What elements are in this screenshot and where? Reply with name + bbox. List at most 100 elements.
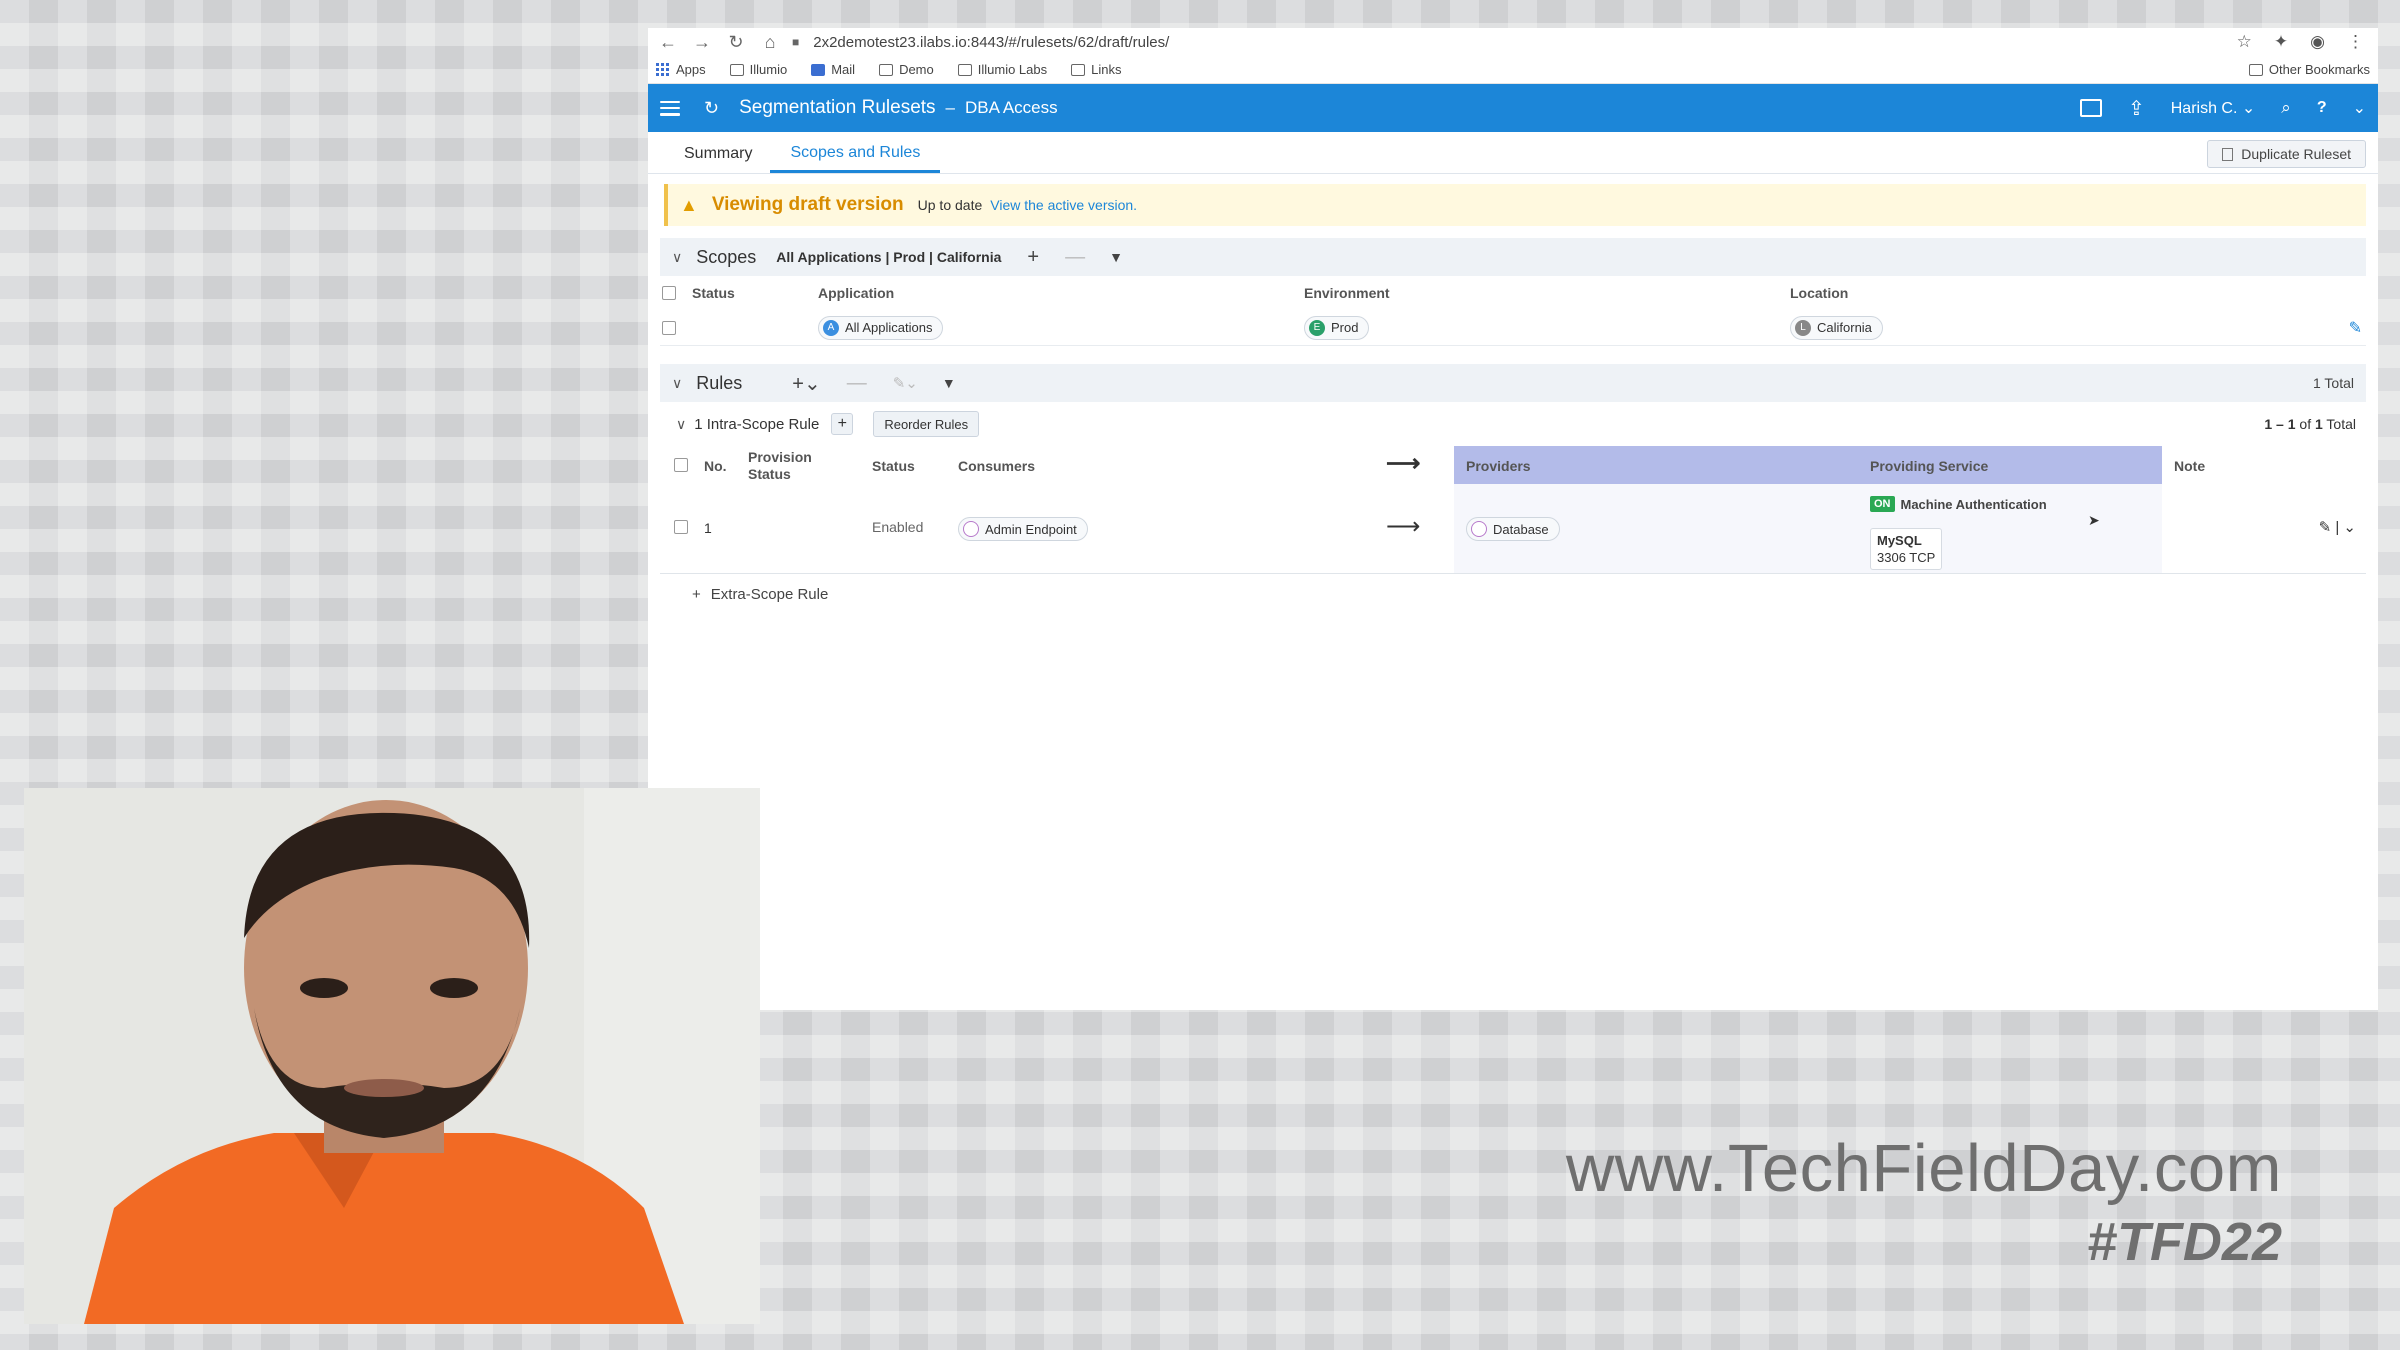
scopes-table-header: Status Application Environment Location — [660, 276, 2366, 310]
active-version-link[interactable]: View the active version. — [990, 197, 1137, 213]
bookmark-apps[interactable]: Apps — [656, 62, 706, 77]
reorder-rules-button[interactable]: Reorder Rules — [873, 411, 980, 437]
env-label-icon: E — [1309, 319, 1325, 336]
user-menu[interactable]: Harish C. ⌄ — [2171, 98, 2256, 118]
menu-dots-icon[interactable]: ⋮ — [2347, 32, 2364, 52]
watermark-url: www.TechFieldDay.com — [1565, 1131, 2282, 1206]
mail-icon — [811, 63, 826, 76]
remove-icon[interactable]: — — [1065, 246, 1085, 269]
edit-icon[interactable]: ✎ — [2349, 318, 2362, 338]
filter-icon[interactable]: ▼ — [1109, 249, 1123, 265]
upload-icon[interactable]: ⇪ — [2128, 96, 2145, 121]
app-label-pill: A All Applications — [818, 315, 944, 340]
bookmark-demo[interactable]: Demo — [879, 62, 934, 77]
add-intra-rule-button[interactable]: + — [831, 413, 854, 435]
service-box: MySQL 3306 TCP — [1870, 528, 1943, 570]
help-icon[interactable]: ? — [2317, 99, 2327, 117]
column-providers: Providers — [1466, 458, 1531, 474]
table-row[interactable]: 1 Enabled Admin Endpoint ⟶ Database ON M… — [660, 484, 2366, 574]
env-label-pill: E Prod — [1304, 315, 1370, 340]
column-note: Note — [2174, 458, 2206, 474]
scope-row: A All Applications E Prod L California ✎ — [660, 310, 2366, 346]
chevron-down-icon[interactable]: ∨ — [672, 375, 682, 392]
presenter-photo — [24, 788, 760, 1324]
tab-summary[interactable]: Summary — [684, 145, 752, 173]
chevron-down-icon[interactable]: ∨ — [672, 249, 682, 266]
column-no: No. — [704, 458, 727, 474]
scopes-title: Scopes — [696, 246, 757, 267]
home-icon[interactable]: ⌂ — [758, 32, 782, 53]
bookmark-illumio-labs[interactable]: Illumio Labs — [957, 62, 1047, 77]
watermark: www.TechFieldDay.com #TFD22 — [1566, 1130, 2282, 1273]
profile-icon[interactable]: ◉ — [2310, 32, 2325, 52]
header-actions: ⇪ Harish C. ⌄ ⌕ ? ⌄ — [2079, 96, 2378, 121]
illumio-icon — [729, 63, 744, 76]
select-all-checkbox[interactable] — [674, 458, 688, 472]
title-separator: – — [945, 98, 956, 117]
column-application: Application — [818, 285, 895, 301]
forward-icon[interactable]: → — [690, 32, 714, 53]
draft-banner: ▲ Viewing draft version Up to date View … — [664, 184, 2366, 226]
loc-label-pill: L California — [1790, 315, 1883, 340]
loc-label-icon: L — [1795, 319, 1811, 336]
back-icon[interactable]: ← — [656, 32, 680, 53]
copy-icon — [2222, 147, 2234, 161]
providers-cell-bg — [1454, 484, 2162, 573]
extra-scope-rule-link[interactable]: + Extra-Scope Rule — [692, 586, 2378, 603]
rule-number: 1 — [704, 520, 712, 536]
column-status: Status — [692, 285, 735, 301]
edit-rule-icon[interactable]: ✎ | ⌄ — [2319, 518, 2356, 536]
chevron-down-icon: ⌄ — [2241, 100, 2256, 117]
tab-bar: Summary Scopes and Rules Duplicate Rules… — [648, 132, 2378, 174]
url-text[interactable]: 2x2demotest23.ilabs.io:8443/#/rulesets/6… — [813, 34, 1169, 51]
remove-icon[interactable]: — — [847, 372, 867, 395]
illumio-icon — [957, 63, 972, 76]
bookmark-links[interactable]: Links — [1071, 62, 1121, 77]
column-status: Status — [872, 458, 915, 474]
browser-actions: ☆ ✦ ◉ ⋮ — [2237, 32, 2378, 52]
tab-scopes-and-rules[interactable]: Scopes and Rules — [770, 144, 941, 173]
refresh-icon[interactable]: ↻ — [704, 98, 719, 119]
warning-icon: ▲ — [680, 194, 698, 215]
bookmark-other[interactable]: Other Bookmarks — [2248, 62, 2378, 77]
select-all-checkbox[interactable] — [662, 286, 676, 300]
bookmarks-bar: Apps Illumio Mail Demo Illumio Labs Link… — [648, 56, 2378, 84]
bookmark-mail[interactable]: Mail — [811, 62, 855, 77]
webcam-video — [24, 788, 760, 1324]
edit-icon[interactable]: ✎⌄ — [893, 374, 918, 392]
chevron-down-icon[interactable]: ⌄ — [2353, 98, 2366, 118]
intra-scope-header: ∨ 1 Intra-Scope Rule + Reorder Rules 1 –… — [660, 402, 2366, 446]
arrow-right-icon: ⟶ — [1386, 513, 1421, 540]
chevron-down-icon[interactable]: ∨ — [676, 416, 686, 433]
folder-icon — [1071, 63, 1086, 76]
consumer-pill: Admin Endpoint — [958, 517, 1088, 541]
provider-pill: Database — [1466, 517, 1560, 541]
bookmark-illumio[interactable]: Illumio — [729, 62, 787, 77]
folder-icon — [2248, 63, 2263, 76]
browser-window: ← → ↻ ⌂ ■ 2x2demotest23.ilabs.io:8443/#/… — [648, 28, 2378, 1010]
add-icon[interactable]: + — [1027, 246, 1039, 269]
extension-icon[interactable]: ✦ — [2274, 32, 2288, 52]
app-label-icon: A — [823, 319, 839, 336]
column-location: Location — [1790, 285, 1849, 301]
star-icon[interactable]: ☆ — [2237, 32, 2252, 52]
duplicate-ruleset-button[interactable]: Duplicate Ruleset — [2207, 140, 2366, 168]
ruleset-name: DBA Access — [965, 98, 1058, 117]
apps-grid-icon — [656, 62, 670, 77]
add-rule-icon[interactable]: +⌄ — [792, 371, 820, 396]
row-checkbox[interactable] — [662, 320, 676, 335]
watermark-tag: #TFD22 — [2086, 1212, 2282, 1272]
role-label-icon — [1471, 521, 1487, 537]
row-checkbox[interactable] — [674, 520, 688, 534]
pagination: 1 – 1 of 1 Total — [2264, 416, 2356, 432]
column-environment: Environment — [1304, 285, 1390, 301]
address-bar: ← → ↻ ⌂ ■ 2x2demotest23.ilabs.io:8443/#/… — [648, 28, 2378, 56]
page-title: Segmentation Rulesets — [739, 97, 936, 118]
filter-icon[interactable]: ▼ — [942, 375, 956, 391]
mouse-pointer-icon: ➤ — [2088, 512, 2100, 528]
arrow-right-icon: ⟶ — [1386, 450, 1421, 477]
search-icon[interactable]: ⌕ — [2281, 98, 2291, 118]
hamburger-menu-icon[interactable] — [660, 100, 680, 116]
monitor-icon[interactable] — [2079, 99, 2102, 117]
reload-icon[interactable]: ↻ — [724, 32, 748, 53]
